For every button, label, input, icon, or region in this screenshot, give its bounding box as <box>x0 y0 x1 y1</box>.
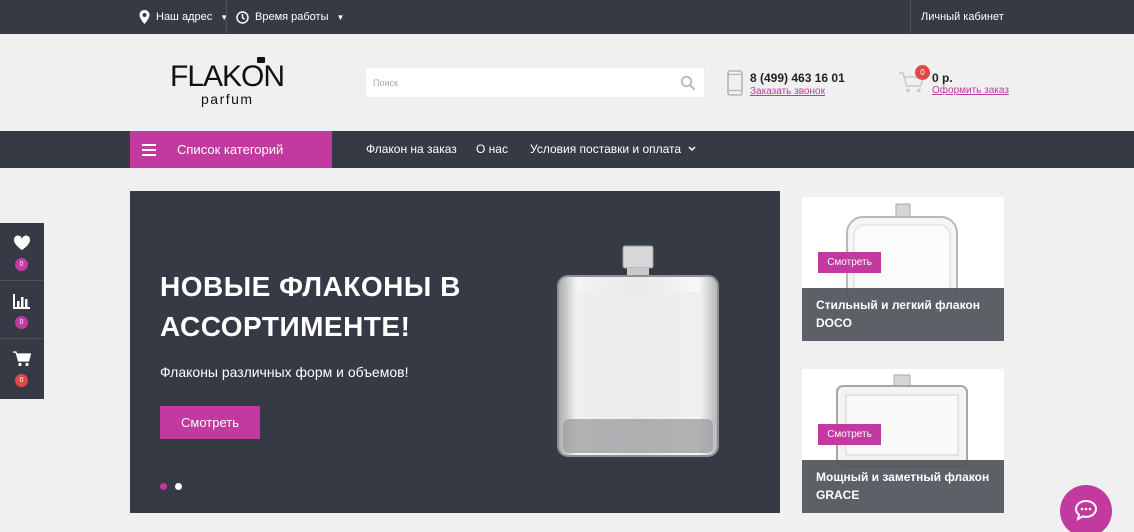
cart-sum: 0 р. <box>932 71 953 85</box>
hero-subtitle: Флаконы различных форм и объемов! <box>160 364 409 380</box>
bar-chart-icon <box>13 294 30 309</box>
address-label: Наш адрес <box>156 11 213 23</box>
promo-1-caption: Стильный и легкий флакон DOCO <box>802 288 1004 341</box>
cart-count-badge: 0 <box>915 65 930 80</box>
main-nav: Список категорий Флакон на заказ О нас У… <box>0 131 1134 168</box>
sidebar-cart-button[interactable]: 0 <box>0 339 44 397</box>
hero-title: НОВЫЕ ФЛАКОНЫ В АССОРТИМЕНТЕ! <box>160 271 461 342</box>
checkout-link[interactable]: Оформить заказ <box>932 85 1009 96</box>
address-dropdown[interactable]: Наш адрес ▼ <box>139 0 228 34</box>
floating-sidebar: 0 0 0 <box>0 223 44 399</box>
hours-label: Время работы <box>255 11 329 23</box>
account-label: Личный кабинет <box>921 11 1004 23</box>
search-box <box>365 67 705 98</box>
phone-number[interactable]: 8 (499) 463 16 01 <box>750 71 845 85</box>
chevron-down-icon: ▼ <box>336 12 345 22</box>
promo-2-view-button[interactable]: Смотреть <box>818 424 881 445</box>
header: FLAKON parfum 8 (499) 463 16 01 Заказать… <box>0 34 1134 131</box>
clock-icon <box>236 10 249 24</box>
cart-icon <box>13 351 31 367</box>
bottle-image <box>557 245 719 457</box>
hero-slider: НОВЫЕ ФЛАКОНЫ В АССОРТИМЕНТЕ! Флаконы ра… <box>130 191 780 513</box>
nav-link-delivery[interactable]: Условия поставки и оплата <box>530 131 696 168</box>
slider-dots <box>160 483 182 490</box>
logo[interactable]: FLAKON parfum <box>170 57 295 112</box>
location-pin-icon <box>139 10 150 24</box>
hero-view-button[interactable]: Смотреть <box>160 406 260 439</box>
categories-label: Список категорий <box>177 142 284 157</box>
chat-button[interactable] <box>1060 485 1112 532</box>
logo-main-text: FLAKON <box>170 60 285 93</box>
chevron-down-icon <box>688 146 696 152</box>
logo-sub-text: parfum <box>201 91 254 107</box>
compare-count-badge: 0 <box>15 316 28 329</box>
categories-button[interactable]: Список категорий <box>130 131 332 168</box>
favorites-button[interactable]: 0 <box>0 223 44 281</box>
nav-link-custom-bottle[interactable]: Флакон на заказ <box>366 131 457 168</box>
slider-dot-2[interactable] <box>175 483 182 490</box>
promo-2-caption: Мощный и заметный флакон GRACE <box>802 460 1004 513</box>
favorites-count-badge: 0 <box>15 258 28 271</box>
account-link[interactable]: Личный кабинет <box>910 0 1134 34</box>
top-bar: Наш адрес ▼ Время работы ▼ Личный кабине… <box>0 0 1134 34</box>
promo-card-2[interactable]: Смотреть Мощный и заметный флакон GRACE <box>802 369 1004 513</box>
promo-1-view-button[interactable]: Смотреть <box>818 252 881 273</box>
menu-icon <box>142 143 156 156</box>
promo-card-1[interactable]: Смотреть Стильный и легкий флакон DOCO <box>802 197 1004 341</box>
slider-dot-1[interactable] <box>160 483 167 490</box>
hours-dropdown[interactable]: Время работы ▼ <box>226 0 344 34</box>
search-icon[interactable] <box>680 75 696 91</box>
callback-link[interactable]: Заказать звонок <box>750 86 825 97</box>
sidebar-cart-count-badge: 0 <box>15 374 28 387</box>
mobile-phone-icon <box>727 70 743 96</box>
heart-icon <box>13 235 31 250</box>
chat-bubble-icon <box>1074 499 1098 521</box>
search-input[interactable] <box>366 68 666 97</box>
nav-link-delivery-label: Условия поставки и оплата <box>530 142 682 156</box>
compare-button[interactable]: 0 <box>0 281 44 339</box>
nav-link-about[interactable]: О нас <box>476 131 508 168</box>
logo-bottle-cap-icon <box>257 57 265 63</box>
